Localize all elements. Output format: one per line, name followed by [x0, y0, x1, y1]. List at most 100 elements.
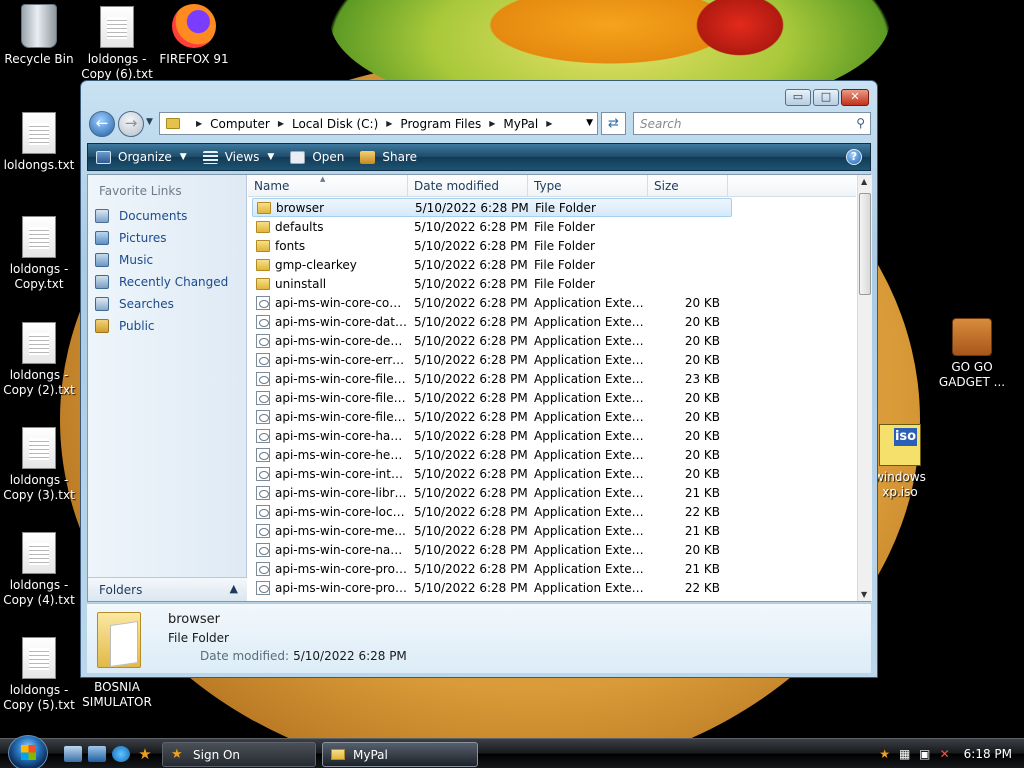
file-name: api-ms-win-core-error... — [275, 352, 408, 367]
table-row[interactable]: api-ms-win-core-file-l... 5/10/2022 6:28 … — [248, 388, 856, 407]
column-header-name[interactable]: ▲ Name — [248, 175, 408, 197]
close-button[interactable]: ✕ — [841, 89, 869, 106]
desktop-icon-loldongs-copy-3[interactable]: loldongs - Copy (3).txt — [1, 427, 77, 503]
file-type: Application Extens... — [534, 314, 648, 329]
column-header-date-modified[interactable]: Date modified — [408, 175, 528, 197]
table-row[interactable]: api-ms-win-core-proc... 5/10/2022 6:28 PM… — [248, 559, 856, 578]
table-row[interactable]: api-ms-win-core-proc... 5/10/2022 6:28 PM… — [248, 578, 856, 597]
scroll-up-icon[interactable]: ▲ — [861, 177, 867, 186]
column-header-size[interactable]: Size — [648, 175, 728, 197]
table-row[interactable]: gmp-clearkey 5/10/2022 6:28 PM File Folder — [248, 255, 856, 274]
nav-link-pictures[interactable]: Pictures — [95, 231, 167, 245]
network-tray-icon[interactable]: ▦ — [898, 747, 912, 761]
desktop-icon-loldongs-copy-5[interactable]: loldongs - Copy (5).txt — [1, 637, 77, 713]
desktop-icon-recycle-bin[interactable]: Recycle Bin — [1, 4, 77, 67]
search-icon[interactable]: ⚲ — [856, 116, 865, 130]
share-button[interactable]: Share — [360, 150, 417, 164]
caption-buttons: ▭ □ ✕ — [785, 89, 869, 106]
open-button[interactable]: Open — [290, 150, 344, 164]
explorer-window[interactable]: ▭ □ ✕ ← → ▼ ▶ Computer ▶ Local Disk (C:)… — [80, 80, 878, 678]
table-row[interactable]: api-ms-win-core-datet... 5/10/2022 6:28 P… — [248, 312, 856, 331]
desktop-icon-loldongs-copy-4[interactable]: loldongs - Copy (4).txt — [1, 532, 77, 608]
switch-windows-icon[interactable] — [88, 746, 106, 762]
nav-link-label: Documents — [119, 209, 188, 223]
nav-link-public[interactable]: Public — [95, 319, 155, 333]
back-button[interactable]: ← — [89, 111, 115, 137]
start-button[interactable] — [8, 735, 48, 768]
table-row[interactable]: api-ms-win-core-librar... 5/10/2022 6:28 … — [248, 483, 856, 502]
chevron-right-icon[interactable]: ▶ — [489, 119, 495, 128]
refresh-button[interactable]: ⇄ — [601, 112, 626, 135]
nav-link-searches[interactable]: Searches — [95, 297, 174, 311]
breadcrumb-mypal[interactable]: MyPal — [503, 117, 538, 131]
breadcrumb-program-files[interactable]: Program Files — [400, 117, 481, 131]
table-row[interactable]: uninstall 5/10/2022 6:28 PM File Folder — [248, 274, 856, 293]
show-desktop-icon[interactable] — [64, 746, 82, 762]
column-header-label: Size — [654, 179, 679, 193]
vertical-scrollbar[interactable]: ▲ ▼ — [857, 175, 872, 601]
table-row[interactable]: api-ms-win-core-cons... 5/10/2022 6:28 PM… — [248, 293, 856, 312]
table-row[interactable]: fonts 5/10/2022 6:28 PM File Folder — [248, 236, 856, 255]
views-button[interactable]: Views ▼ — [202, 150, 274, 164]
internet-explorer-icon[interactable] — [112, 746, 130, 762]
scroll-down-icon[interactable]: ▼ — [861, 590, 867, 599]
chevron-right-icon[interactable]: ▶ — [278, 119, 284, 128]
minimize-button[interactable]: ▭ — [785, 89, 811, 106]
volume-muted-icon[interactable]: ✕ — [938, 747, 952, 761]
chevron-down-icon: ▼ — [179, 152, 187, 162]
nav-link-documents[interactable]: Documents — [95, 209, 187, 223]
table-row[interactable]: api-ms-win-core-nam... 5/10/2022 6:28 PM A… — [248, 540, 856, 559]
recently-changed-icon — [95, 275, 109, 289]
breadcrumb-local-disk[interactable]: Local Disk (C:) — [292, 117, 378, 131]
table-row[interactable]: api-ms-win-core-interl... 5/10/2022 6:28 … — [248, 464, 856, 483]
search-input[interactable]: Search ⚲ — [633, 112, 871, 135]
desktop-icon-loldongs-copy[interactable]: loldongs - Copy.txt — [1, 216, 77, 292]
folders-toggle[interactable]: Folders ▲ — [88, 577, 247, 601]
taskbar-button-sign-on[interactable]: ★ Sign On — [162, 742, 316, 767]
desktop-icon-firefox[interactable]: FIREFOX 91 — [156, 4, 232, 67]
aim-icon[interactable]: ★ — [136, 746, 154, 762]
table-row[interactable]: api-ms-win-core-error... 5/10/2022 6:28 P… — [248, 350, 856, 369]
breadcrumb-computer[interactable]: Computer — [210, 117, 270, 131]
file-date-modified: 5/10/2022 6:28 PM — [414, 485, 528, 500]
table-row[interactable]: api-ms-win-core-file-l... 5/10/2022 6:28 … — [248, 369, 856, 388]
chevron-right-icon[interactable]: ▶ — [196, 119, 202, 128]
table-row[interactable]: api-ms-win-core-local... 5/10/2022 6:28 P… — [248, 502, 856, 521]
table-row[interactable]: api-ms-win-core-hand... 5/10/2022 6:28 PM… — [248, 426, 856, 445]
iso-file-icon: iso — [879, 424, 921, 466]
chevron-right-icon[interactable]: ▶ — [386, 119, 392, 128]
file-name-cell: defaults — [248, 220, 408, 234]
dll-file-icon — [256, 542, 270, 557]
column-header-type[interactable]: Type — [528, 175, 648, 197]
desktop-icon-loldongs[interactable]: loldongs.txt — [1, 112, 77, 173]
maximize-button[interactable]: □ — [813, 89, 839, 106]
file-name: api-ms-win-core-proc... — [275, 580, 408, 595]
taskbar-button-mypal[interactable]: MyPal — [322, 742, 478, 767]
details-item-type: File Folder — [168, 631, 229, 645]
recent-pages-dropdown[interactable]: ▼ — [146, 117, 153, 127]
file-name: fonts — [275, 238, 306, 253]
forward-button[interactable]: → — [118, 111, 144, 137]
help-icon[interactable]: ? — [846, 149, 862, 165]
desktop-icon-loldongs-copy-6[interactable]: loldongs - Copy (6).txt — [79, 6, 155, 82]
organize-button[interactable]: Organize ▼ — [96, 150, 187, 164]
table-row[interactable]: api-ms-win-core-debu... 5/10/2022 6:28 PM… — [248, 331, 856, 350]
nav-link-recently-changed[interactable]: Recently Changed — [95, 275, 228, 289]
table-row[interactable]: browser 5/10/2022 6:28 PM File Folder — [252, 198, 732, 217]
desktop-icon-loldongs-copy-2[interactable]: loldongs - Copy (2).txt — [1, 322, 77, 398]
display-tray-icon[interactable]: ▣ — [918, 747, 932, 761]
address-bar[interactable]: ▶ Computer ▶ Local Disk (C:) ▶ Program F… — [159, 112, 598, 135]
aim-tray-icon[interactable]: ★ — [878, 747, 892, 761]
table-row[interactable]: api-ms-win-core-file-l... 5/10/2022 6:28 … — [248, 407, 856, 426]
file-name-cell: api-ms-win-core-file-l... — [248, 371, 408, 386]
address-dropdown-icon[interactable]: ▼ — [586, 118, 593, 128]
table-row[interactable]: defaults 5/10/2022 6:28 PM File Folder — [248, 217, 856, 236]
nav-link-music[interactable]: Music — [95, 253, 153, 267]
desktop-icon-bosnia-simulator[interactable]: BOSNIA SIMULATOR — [79, 680, 155, 710]
clock[interactable]: 6:18 PM — [964, 747, 1012, 761]
table-row[interactable]: api-ms-win-core-me... 5/10/2022 6:28 PM Ap… — [248, 521, 856, 540]
desktop-icon-go-go-gadget[interactable]: GO GO GADGET ... — [934, 318, 1010, 390]
chevron-right-icon[interactable]: ▶ — [546, 119, 552, 128]
scrollbar-thumb[interactable] — [859, 193, 871, 295]
table-row[interactable]: api-ms-win-core-heap... 5/10/2022 6:28 PM… — [248, 445, 856, 464]
